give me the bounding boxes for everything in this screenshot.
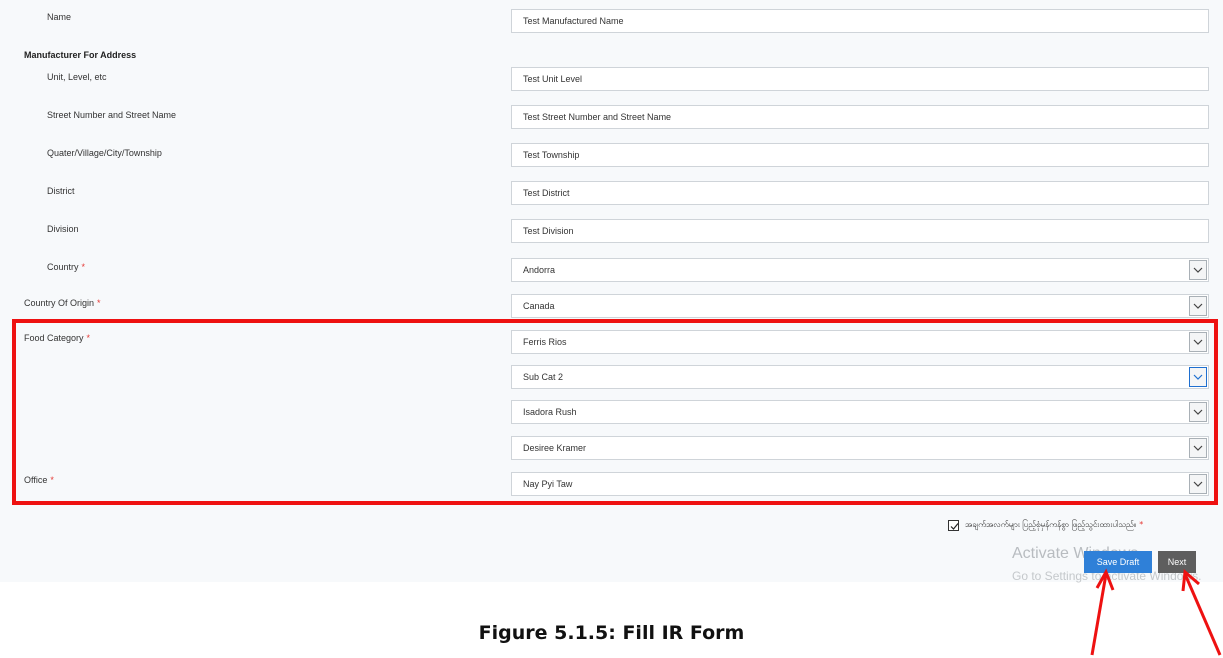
- annotation-arrows: [1090, 568, 1222, 656]
- figure-caption: Figure 5.1.5: Fill IR Form: [478, 622, 745, 644]
